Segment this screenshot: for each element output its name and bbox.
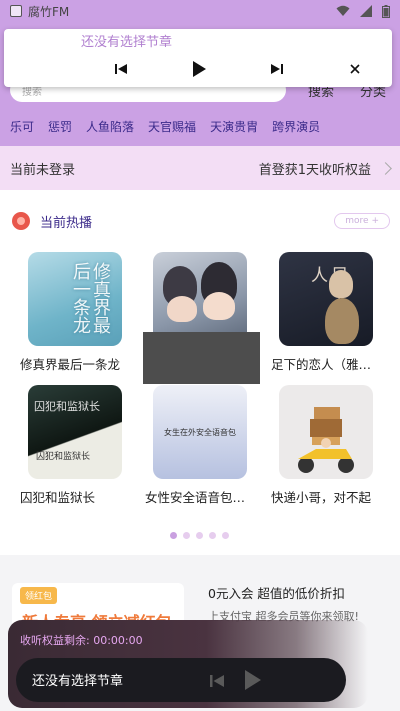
cover-image: 修真界最后一条龙 <box>28 252 122 346</box>
tag-list: 乐可 惩罚 人鱼陷落 天官赐福 天演贵胄 跨界演员 <box>10 118 390 135</box>
wifi-icon <box>336 5 350 16</box>
login-promo-text: 首登获1天收听权益 <box>258 162 371 178</box>
card-title: 女性安全语音包（... <box>145 490 255 505</box>
login-strip[interactable]: 当前未登录 首登获1天收听权益 <box>0 146 400 190</box>
status-app-name: 腐竹FM <box>28 4 70 19</box>
bottom-player-bar[interactable]: 还没有选择节章 <box>16 658 346 702</box>
play-icon[interactable] <box>190 61 208 77</box>
cover-image <box>279 385 373 479</box>
remaining-time: 收听权益剩余: 00:00:00 <box>20 634 143 647</box>
delivery-illustration <box>298 407 354 473</box>
carousel-dot[interactable] <box>183 532 190 539</box>
app-icon <box>10 5 22 17</box>
tag-item[interactable]: 惩罚 <box>48 118 72 135</box>
overlay-box <box>143 332 260 384</box>
hot-card[interactable]: 女生在外安全语音包 女性安全语音包（... <box>145 385 255 506</box>
status-icons <box>336 4 390 18</box>
chevron-right-icon <box>379 161 392 175</box>
cover-subtext: 囚犯和监狱长 <box>36 452 91 462</box>
cover-image: 足下的恋人 <box>279 252 373 346</box>
close-icon[interactable] <box>347 61 363 77</box>
status-bar: 腐竹FM <box>0 0 400 22</box>
carousel-dot[interactable] <box>170 532 177 539</box>
tag-item[interactable]: 跨界演员 <box>272 118 320 135</box>
promo-right[interactable]: 0元入会 超值的低价折扣 上支付宝 超多会员等你来领取! <box>208 583 359 624</box>
promo-right-title: 0元入会 超值的低价折扣 <box>208 586 345 601</box>
battery-icon <box>382 4 390 18</box>
play-icon[interactable] <box>244 669 262 695</box>
cover-image: 女生在外安全语音包 <box>153 385 247 479</box>
top-player-title: 还没有选择节章 <box>81 35 173 50</box>
login-promo[interactable]: 首登获1天收听权益 <box>258 159 392 178</box>
cover-text: 女生在外安全语音包 <box>164 427 236 437</box>
carousel-dot[interactable] <box>222 532 229 539</box>
bottom-player-title: 还没有选择节章 <box>32 674 124 689</box>
tag-item[interactable]: 天演贵胄 <box>210 118 258 135</box>
cover-text: 囚犯和监狱长 <box>34 400 100 413</box>
hot-card[interactable]: 足下的恋人 足下的恋人（雅策... <box>271 252 381 373</box>
prev-icon[interactable] <box>210 673 224 692</box>
cover-image: 囚犯和监狱长 囚犯和监狱长 <box>28 385 122 479</box>
carousel-dots <box>170 532 229 539</box>
card-title: 足下的恋人（雅策... <box>271 357 381 372</box>
hot-header: 当前热播 more + <box>12 210 390 232</box>
promo-tag: 领红包 <box>20 587 58 604</box>
hot-card[interactable]: 囚犯和监狱长 囚犯和监狱长 囚犯和监狱长 <box>20 385 130 506</box>
top-player-panel: 还没有选择节章 <box>4 29 392 87</box>
hot-card[interactable]: 快递小哥，对不起 <box>271 385 381 506</box>
card-title: 快递小哥，对不起 <box>271 490 372 505</box>
carousel-dot[interactable] <box>209 532 216 539</box>
cover-text: 修真界最后一条龙 <box>70 262 111 334</box>
next-icon[interactable] <box>269 61 285 77</box>
prev-icon[interactable] <box>113 61 129 77</box>
signal-icon <box>360 5 372 17</box>
bottom-player: 收听权益剩余: 00:00:00 还没有选择节章 <box>8 620 368 708</box>
more-button[interactable]: more + <box>334 213 390 229</box>
tag-item[interactable]: 天官赐福 <box>148 118 196 135</box>
tag-item[interactable]: 乐可 <box>10 118 34 135</box>
card-title: 修真界最后一条龙 <box>20 357 121 372</box>
login-status: 当前未登录 <box>10 162 76 178</box>
hot-title: 当前热播 <box>40 215 93 231</box>
carousel-dot[interactable] <box>196 532 203 539</box>
hot-icon <box>12 212 30 230</box>
hot-card[interactable]: 修真界最后一条龙 修真界最后一条龙 <box>20 252 130 373</box>
card-title: 囚犯和监狱长 <box>20 490 96 505</box>
tag-item[interactable]: 人鱼陷落 <box>86 118 134 135</box>
